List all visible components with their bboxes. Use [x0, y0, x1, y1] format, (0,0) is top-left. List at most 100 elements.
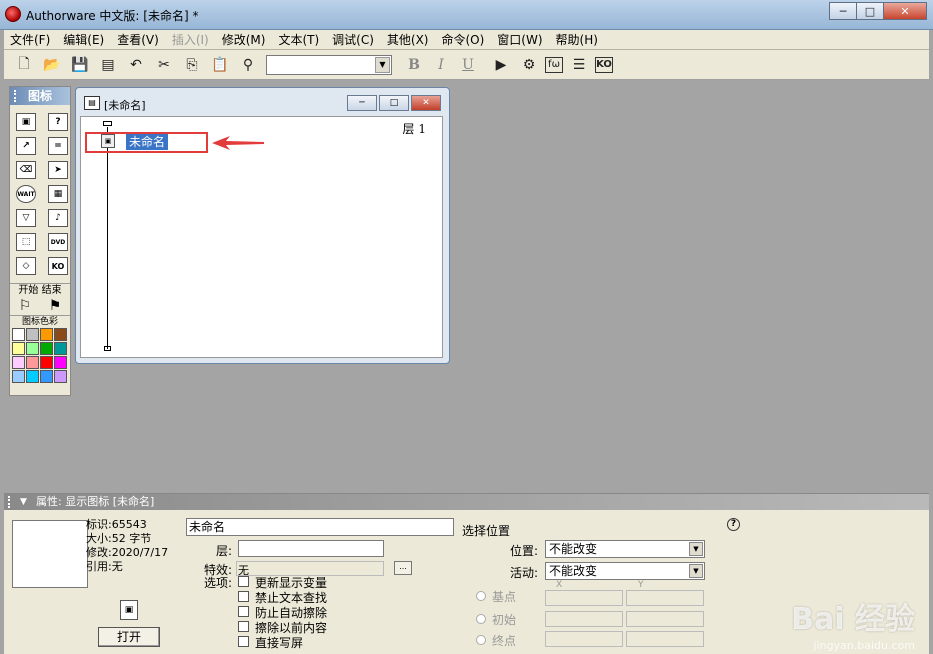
- sound-icon[interactable]: ♪: [48, 209, 68, 227]
- movable-select[interactable]: 不能改变 ▼: [545, 562, 705, 580]
- open-button[interactable]: 打开: [98, 627, 160, 647]
- display-icon[interactable]: ▣: [16, 113, 36, 131]
- menu-edit[interactable]: 编辑(E): [63, 31, 104, 48]
- undo-icon[interactable]: ↶: [124, 54, 148, 76]
- initial-y-field[interactable]: [626, 611, 704, 627]
- variables-icon[interactable]: ☰: [567, 54, 591, 76]
- option-checkbox-prevent-text-search[interactable]: [238, 591, 249, 602]
- end-flag-icon[interactable]: ⚑: [49, 298, 62, 314]
- color-swatch[interactable]: [12, 342, 25, 355]
- color-swatch[interactable]: [40, 342, 53, 355]
- child-maximize-button[interactable]: □: [379, 95, 409, 111]
- menu-window[interactable]: 窗口(W): [497, 31, 542, 48]
- color-swatch[interactable]: [12, 356, 25, 369]
- new-file-icon[interactable]: 🗋: [12, 54, 36, 76]
- decision-icon[interactable]: ▽: [16, 209, 36, 227]
- chevron-down-icon[interactable]: ▼: [375, 56, 390, 73]
- copy-icon[interactable]: ⎘: [180, 54, 204, 76]
- run-icon[interactable]: ▶: [489, 54, 513, 76]
- menu-text[interactable]: 文本(T): [278, 31, 319, 48]
- erase-icon[interactable]: ⌫: [16, 161, 36, 179]
- child-minimize-button[interactable]: ─: [347, 95, 377, 111]
- bold-button[interactable]: B: [402, 57, 426, 73]
- start-end-flags: ⚐ ⚑: [10, 297, 70, 315]
- color-swatch[interactable]: [54, 328, 67, 341]
- open-file-icon[interactable]: 📂: [40, 54, 64, 76]
- radio-end[interactable]: [476, 635, 486, 645]
- chevron-down-icon[interactable]: ▼: [689, 564, 703, 578]
- functions-icon[interactable]: fω: [545, 56, 563, 73]
- motion-icon[interactable]: ↗: [16, 137, 36, 155]
- color-swatch[interactable]: [12, 328, 25, 341]
- control-panel-icon[interactable]: ⚙: [517, 54, 541, 76]
- flowline-window-titlebar[interactable]: ▤ [未命名] ─ □ ✕: [76, 88, 449, 116]
- color-swatch[interactable]: [26, 356, 39, 369]
- radio-base[interactable]: [476, 591, 486, 601]
- dvd-icon[interactable]: DVD: [48, 233, 68, 251]
- color-swatch[interactable]: [26, 370, 39, 383]
- color-swatch[interactable]: [54, 356, 67, 369]
- position-select[interactable]: 不能改变 ▼: [545, 540, 705, 558]
- framework-icon[interactable]: ▦: [48, 185, 68, 203]
- effect-browse-button[interactable]: ...: [394, 561, 412, 575]
- color-swatch[interactable]: [54, 342, 67, 355]
- icon-name-field[interactable]: 未命名: [186, 518, 454, 536]
- text-style-select[interactable]: ▼: [266, 54, 392, 75]
- underline-button[interactable]: U: [456, 57, 480, 73]
- option-checkbox-update-variables[interactable]: [238, 576, 249, 587]
- menu-commands[interactable]: 命令(O): [441, 31, 484, 48]
- knowledge-objects-icon[interactable]: KO: [595, 56, 613, 73]
- paste-icon[interactable]: 📋: [208, 54, 232, 76]
- find-icon[interactable]: ⚲: [236, 54, 260, 76]
- palette-header[interactable]: 图标: [10, 87, 70, 105]
- color-swatch[interactable]: [40, 328, 53, 341]
- option-checkbox-direct-to-screen[interactable]: [238, 636, 249, 647]
- grip-icon[interactable]: [8, 496, 12, 508]
- chevron-down-icon[interactable]: ▼: [689, 542, 703, 556]
- grip-icon[interactable]: [14, 90, 20, 102]
- child-close-button[interactable]: ✕: [411, 95, 441, 111]
- color-swatch[interactable]: [26, 328, 39, 341]
- start-flag-icon[interactable]: ⚐: [19, 298, 32, 314]
- interaction-icon[interactable]: ?: [48, 113, 68, 131]
- menu-modify[interactable]: 修改(M): [222, 31, 266, 48]
- radio-initial[interactable]: [476, 614, 486, 624]
- baidu-watermark: Bai 经验: [791, 602, 915, 637]
- ko-icon[interactable]: KO: [48, 257, 68, 275]
- menu-file[interactable]: 文件(F): [10, 31, 50, 48]
- base-x-field[interactable]: [545, 590, 623, 606]
- color-swatch[interactable]: [54, 370, 67, 383]
- calculation-icon[interactable]: =: [48, 137, 68, 155]
- x-axis-label: X: [556, 580, 563, 590]
- wait-icon[interactable]: WAIT: [16, 185, 36, 203]
- menu-control[interactable]: 调试(C): [332, 31, 374, 48]
- option-checkbox-prevent-auto-erase[interactable]: [238, 606, 249, 617]
- initial-x-field[interactable]: [545, 611, 623, 627]
- save-all-icon[interactable]: 💾: [68, 54, 92, 76]
- decision-diamond-icon[interactable]: ◇: [16, 257, 36, 275]
- color-swatch[interactable]: [40, 370, 53, 383]
- menu-help[interactable]: 帮助(H): [556, 31, 598, 48]
- properties-header[interactable]: ▼ 属性: 显示图标 [未命名]: [4, 494, 929, 510]
- minimize-button[interactable]: ─: [829, 2, 857, 20]
- close-button[interactable]: ✕: [883, 2, 927, 20]
- italic-button[interactable]: I: [429, 57, 453, 73]
- end-y-field[interactable]: [626, 631, 704, 647]
- maximize-button[interactable]: □: [856, 2, 884, 20]
- menu-xtras[interactable]: 其他(X): [387, 31, 429, 48]
- map-icon[interactable]: ⬚: [16, 233, 36, 251]
- collapse-triangle-icon[interactable]: ▼: [20, 494, 27, 510]
- end-x-field[interactable]: [545, 631, 623, 647]
- menu-insert[interactable]: 插入(I): [172, 31, 209, 48]
- menu-view[interactable]: 查看(V): [117, 31, 159, 48]
- cut-icon[interactable]: ✂: [152, 54, 176, 76]
- navigate-icon[interactable]: ➤: [48, 161, 68, 179]
- option-checkbox-erase-previous[interactable]: [238, 621, 249, 632]
- base-y-field[interactable]: [626, 590, 704, 606]
- import-icon[interactable]: ▤: [96, 54, 120, 76]
- color-swatch[interactable]: [40, 356, 53, 369]
- help-icon[interactable]: ?: [727, 518, 740, 531]
- color-swatch[interactable]: [12, 370, 25, 383]
- layer-field[interactable]: [238, 540, 384, 557]
- color-swatch[interactable]: [26, 342, 39, 355]
